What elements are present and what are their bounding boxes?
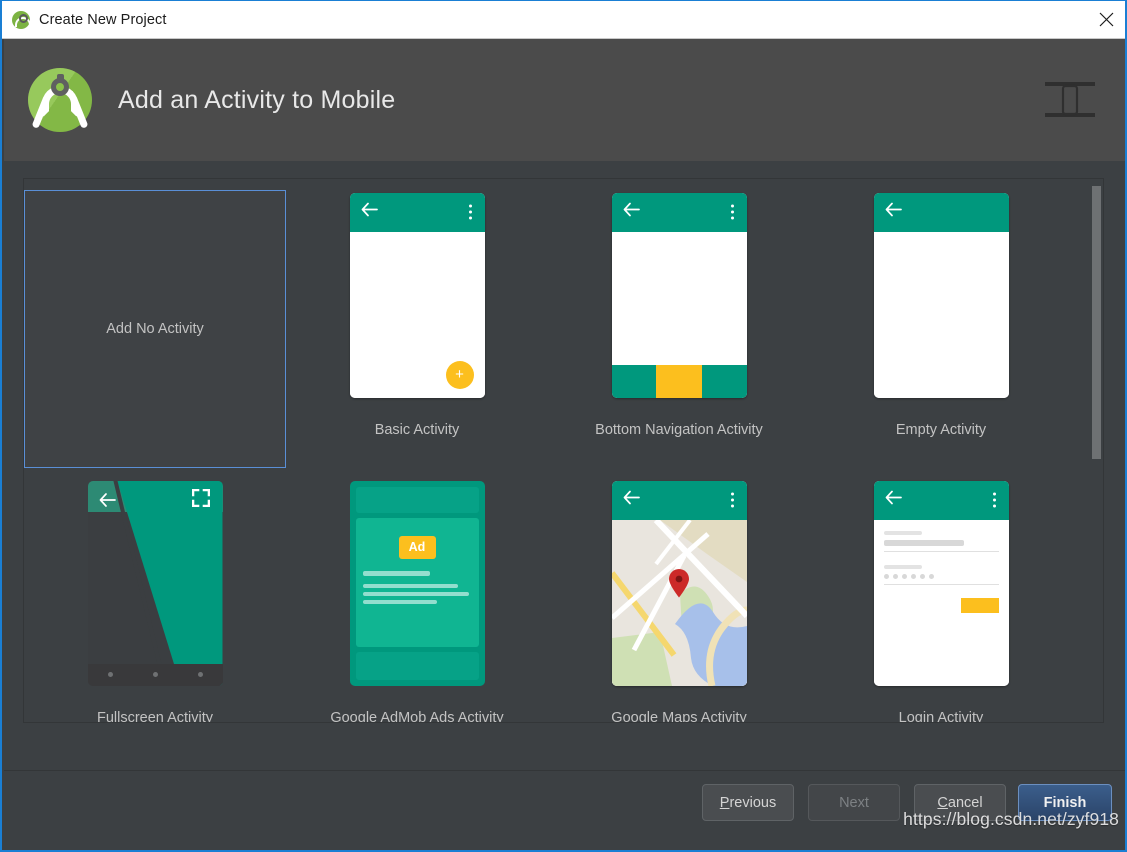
back-arrow-icon (623, 490, 640, 510)
bottom-navigation-bar (611, 364, 747, 398)
template-label-empty: Empty Activity (895, 422, 987, 438)
fullscreen-expand-icon (191, 488, 210, 512)
template-list-scrollbar[interactable] (1090, 179, 1103, 722)
app-bar (349, 192, 485, 232)
email-field-value (883, 539, 964, 546)
template-tile-empty[interactable]: Empty Activity (810, 188, 1072, 468)
activity-template-list[interactable]: Add No Activity + Basic Activity Bottom … (23, 178, 1104, 723)
ad-badge: Ad (398, 535, 436, 559)
window-title: Create New Project (39, 11, 167, 28)
dialog-header: Add an Activity to Mobile (4, 39, 1125, 161)
overflow-menu-icon (468, 204, 472, 220)
cancel-button[interactable]: Cancel (914, 784, 1006, 821)
template-label-no-activity: Add No Activity (106, 321, 204, 337)
template-thumbnail-admob: Ad (349, 478, 485, 688)
back-arrow-icon (99, 492, 116, 512)
back-arrow-icon (885, 490, 902, 510)
activity-template-grid: Add No Activity + Basic Activity Bottom … (24, 188, 1086, 723)
create-new-project-dialog: Create New Project Add an Activity to Mo… (0, 0, 1127, 852)
app-bar (611, 480, 747, 520)
template-tile-login[interactable]: Login Activity (810, 476, 1072, 723)
template-tile-admob[interactable]: Ad Google AdMob Ads Activity (286, 476, 548, 723)
window-titlebar: Create New Project (2, 1, 1125, 39)
template-label-bottom-navigation: Bottom Navigation Activity (595, 422, 763, 438)
template-thumbnail-basic: + (349, 190, 485, 400)
placeholder-text-lines (362, 570, 472, 608)
page-title: Add an Activity to Mobile (118, 85, 396, 114)
mobile-device-icon[interactable] (1039, 69, 1101, 131)
app-bar (873, 192, 1009, 232)
overflow-menu-icon (730, 204, 734, 220)
bottom-nav-item (702, 364, 747, 398)
password-field-label (883, 564, 922, 569)
template-label-maps: Google Maps Activity (611, 710, 747, 723)
template-tile-fullscreen[interactable]: Fullscreen Activity (24, 476, 286, 723)
template-thumbnail-login (873, 478, 1009, 688)
template-thumbnail-bottom-navigation (611, 190, 747, 400)
close-icon[interactable] (1083, 1, 1125, 38)
dialog-footer: Previous Next Cancel Finish (4, 770, 1125, 848)
overflow-menu-icon (992, 492, 996, 508)
template-thumbnail-empty (873, 190, 1009, 400)
template-thumbnail-fullscreen (87, 478, 223, 688)
overflow-menu-icon (730, 492, 734, 508)
system-navigation-bar (87, 663, 223, 686)
password-field-value (883, 573, 999, 579)
template-label-login: Login Activity (898, 710, 984, 723)
floating-action-button-icon: + (445, 360, 474, 389)
app-bar (873, 480, 1009, 520)
sign-in-button-preview (960, 597, 999, 613)
template-tile-no-activity[interactable]: Add No Activity (24, 188, 286, 468)
finish-button[interactable]: Finish (1018, 784, 1112, 821)
bottom-nav-item-active (655, 364, 703, 398)
back-arrow-icon (361, 202, 378, 222)
bottom-nav-item (611, 364, 656, 398)
login-form-preview (874, 520, 1009, 686)
previous-button[interactable]: Previous (702, 784, 794, 821)
map-pin-icon (668, 568, 690, 603)
template-tile-bottom-navigation[interactable]: Bottom Navigation Activity (548, 188, 810, 468)
next-button: Next (808, 784, 900, 821)
app-bar (611, 192, 747, 232)
android-studio-logo (28, 68, 92, 132)
template-label-fullscreen: Fullscreen Activity (96, 710, 214, 723)
map-preview (611, 519, 747, 686)
template-tile-basic[interactable]: + Basic Activity (286, 188, 548, 468)
android-studio-icon (12, 10, 31, 29)
back-arrow-icon (885, 202, 902, 222)
scrollbar-thumb[interactable] (1092, 186, 1101, 459)
template-tile-maps[interactable]: Google Maps Activity (548, 476, 810, 723)
back-arrow-icon (623, 202, 640, 222)
email-field-label (883, 530, 922, 535)
template-label-basic: Basic Activity (374, 422, 460, 438)
template-label-admob: Google AdMob Ads Activity (330, 710, 504, 723)
empty-selection-box: Add No Activity (24, 190, 286, 468)
template-thumbnail-maps (611, 478, 747, 688)
